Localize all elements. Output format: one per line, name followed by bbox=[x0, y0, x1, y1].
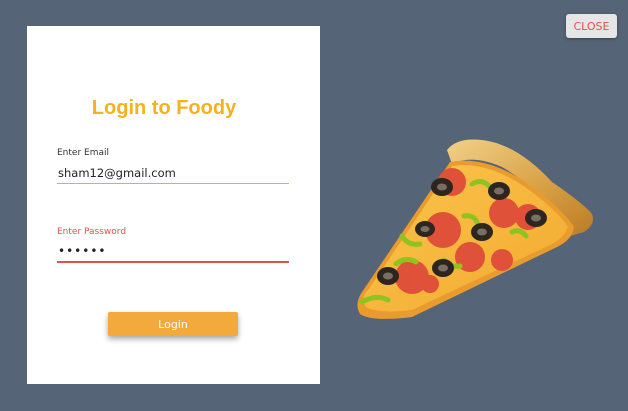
login-button[interactable]: Login bbox=[108, 312, 238, 336]
email-label: Enter Email bbox=[57, 148, 109, 158]
password-input[interactable] bbox=[57, 241, 289, 263]
password-label: Enter Password bbox=[57, 227, 127, 237]
email-input[interactable] bbox=[57, 162, 289, 184]
login-title: Login to Foody bbox=[91, 97, 237, 119]
password-field: Enter Password bbox=[57, 226, 289, 263]
close-button[interactable]: CLOSE bbox=[566, 14, 617, 38]
email-field: Enter Email bbox=[57, 147, 289, 184]
pizza-slice-icon bbox=[357, 139, 593, 319]
login-card: Login to Foody Enter Email Enter Passwor… bbox=[27, 26, 320, 384]
